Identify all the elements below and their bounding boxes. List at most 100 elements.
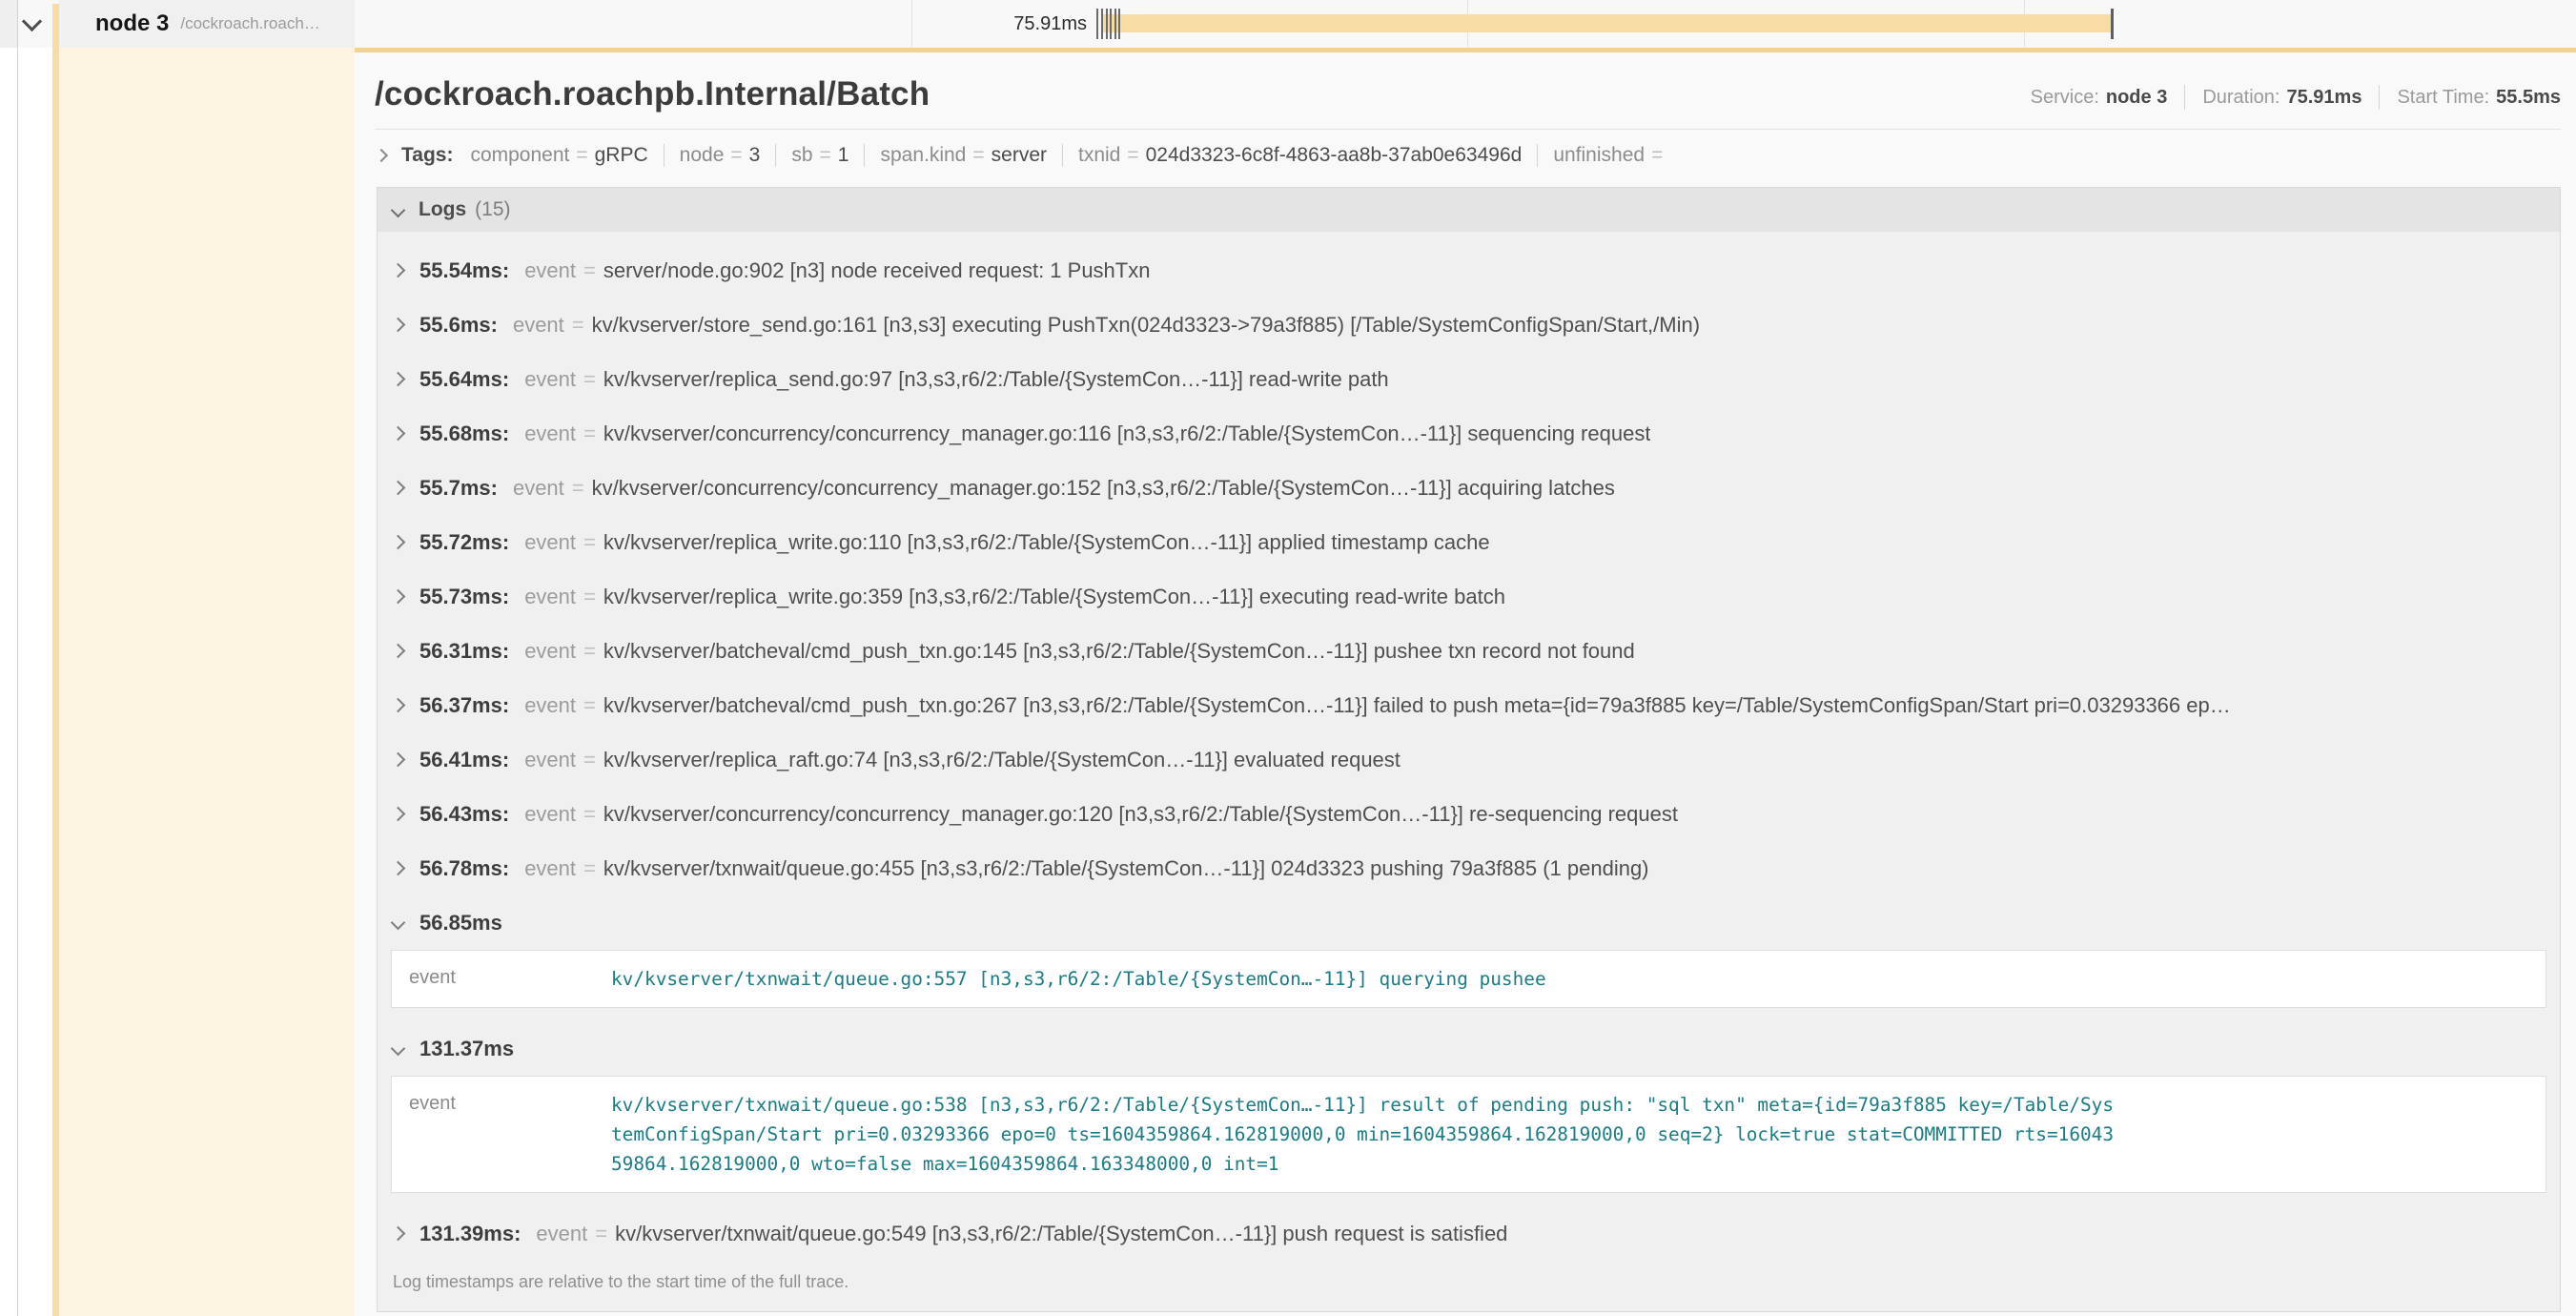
selected-row-highlight xyxy=(59,48,355,1316)
log-row[interactable]: 55.7ms: event = kv/kvserver/concurrency/… xyxy=(378,461,2560,515)
log-field-value: kv/kvserver/replica_write.go:359 [n3,s3,… xyxy=(603,583,1505,610)
log-row[interactable]: 56.78ms: event = kv/kvserver/txnwait/que… xyxy=(378,841,2560,895)
tag-key: span.kind xyxy=(880,144,966,167)
tags-accordion[interactable]: Tags: component=gRPC node=3 sb=1 span.ki… xyxy=(355,130,2576,180)
duration-value: 75.91ms xyxy=(2286,87,2361,109)
log-row[interactable]: 55.54ms: event = server/node.go:902 [n3]… xyxy=(378,243,2560,298)
log-field-key: event xyxy=(409,1090,611,1115)
log-row[interactable]: 55.64ms: event = kv/kvserver/replica_sen… xyxy=(378,352,2560,406)
log-timestamp: 56.31ms: xyxy=(419,637,509,665)
log-row[interactable]: 56.41ms: event = kv/kvserver/replica_raf… xyxy=(378,732,2560,787)
log-field-key: event xyxy=(524,854,576,882)
equals-sign: = xyxy=(583,420,596,447)
span-service-name: node 3 xyxy=(95,10,169,37)
log-row[interactable]: 56.43ms: event = kv/kvserver/concurrency… xyxy=(378,787,2560,841)
logs-title: Logs xyxy=(419,198,466,221)
chevron-right-icon xyxy=(391,372,406,387)
equals-sign: = xyxy=(583,365,596,393)
log-marker-tick xyxy=(1096,9,1098,39)
log-field-key: event xyxy=(513,311,564,339)
equals-sign: = xyxy=(1127,144,1138,167)
log-field-key: event xyxy=(524,583,576,610)
start-time-label: Start Time: xyxy=(2397,87,2489,109)
log-field-value: kv/kvserver/batcheval/cmd_push_txn.go:26… xyxy=(603,691,2231,719)
log-field-key: event xyxy=(513,474,564,502)
column-divider xyxy=(17,0,18,1316)
row-gutter xyxy=(0,0,17,48)
log-row[interactable]: 55.68ms: event = kv/kvserver/concurrency… xyxy=(378,406,2560,461)
chevron-right-icon xyxy=(391,1226,406,1242)
start-time-value: 55.5ms xyxy=(2496,87,2561,109)
log-field-key: event xyxy=(524,257,576,284)
tag-value: gRPC xyxy=(595,144,648,167)
log-field-value: kv/kvserver/replica_send.go:97 [n3,s3,r6… xyxy=(603,365,1389,393)
equals-sign: = xyxy=(572,311,584,339)
log-row-expanded-header[interactable]: 56.85ms xyxy=(378,895,2560,946)
tag-key: unfinished xyxy=(1553,144,1645,167)
equals-sign: = xyxy=(1651,144,1663,167)
service-label: Service: xyxy=(2031,87,2099,109)
equals-sign: = xyxy=(583,800,596,828)
log-timestamp: 56.85ms xyxy=(419,909,502,936)
log-row[interactable]: 56.37ms: event = kv/kvserver/batcheval/c… xyxy=(378,678,2560,732)
log-timestamp: 131.39ms: xyxy=(419,1220,521,1247)
tag-value: 1 xyxy=(838,144,849,167)
chevron-down-icon xyxy=(391,1041,406,1057)
log-field-value: kv/kvserver/concurrency/concurrency_mana… xyxy=(592,474,1615,502)
log-timestamp: 55.54ms: xyxy=(419,257,509,284)
log-field-key: event xyxy=(524,746,576,773)
chevron-right-icon xyxy=(391,644,406,659)
equals-sign: = xyxy=(583,528,596,556)
log-field-value: kv/kvserver/txnwait/queue.go:557 [n3,s3,… xyxy=(611,964,2117,994)
tag-key: component xyxy=(470,144,569,167)
logs-header[interactable]: Logs (15) xyxy=(378,188,2560,232)
equals-sign: = xyxy=(583,746,596,773)
log-detail-table: event kv/kvserver/txnwait/queue.go:538 [… xyxy=(391,1076,2546,1193)
chevron-down-icon[interactable] xyxy=(22,11,42,31)
log-field-key: event xyxy=(524,637,576,665)
log-field-key: event xyxy=(524,691,576,719)
log-row[interactable]: 55.73ms: event = kv/kvserver/replica_wri… xyxy=(378,569,2560,624)
equals-sign: = xyxy=(583,637,596,665)
log-row-expanded-header[interactable]: 131.37ms xyxy=(378,1021,2560,1072)
equals-sign: = xyxy=(820,144,831,167)
log-timestamp: 56.41ms: xyxy=(419,746,509,773)
log-timestamp: 55.72ms: xyxy=(419,528,509,556)
tag-key: node xyxy=(680,144,725,167)
service-value: node 3 xyxy=(2106,87,2167,109)
chevron-right-icon xyxy=(391,426,406,442)
log-timestamp: 131.37ms xyxy=(419,1035,514,1062)
tag-key: txnid xyxy=(1078,144,1120,167)
duration-label: Duration: xyxy=(2202,87,2280,109)
span-color-indicator xyxy=(52,4,59,1316)
span-meta: Service: node 3 Duration: 75.91ms Start … xyxy=(2031,85,2561,113)
log-timestamp: 56.43ms: xyxy=(419,800,509,828)
log-detail-table: event kv/kvserver/txnwait/queue.go:557 [… xyxy=(391,950,2546,1008)
log-timestamp: 55.7ms: xyxy=(419,474,498,502)
divider xyxy=(2184,85,2185,110)
log-timestamp: 55.64ms: xyxy=(419,365,509,393)
chevron-right-icon xyxy=(391,698,406,713)
equals-sign: = xyxy=(583,691,596,719)
divider xyxy=(775,144,776,167)
equals-sign: = xyxy=(595,1220,607,1247)
log-timestamp: 56.78ms: xyxy=(419,854,509,882)
equals-sign: = xyxy=(576,144,587,167)
log-row[interactable]: 55.6ms: event = kv/kvserver/store_send.g… xyxy=(378,298,2560,352)
tags-label: Tags: xyxy=(401,144,453,167)
log-marker-tick xyxy=(1110,9,1112,39)
divider xyxy=(864,144,865,167)
log-timestamp: 56.37ms: xyxy=(419,691,509,719)
log-row[interactable]: 55.72ms: event = kv/kvserver/replica_wri… xyxy=(378,515,2560,569)
log-row[interactable]: 131.39ms: event = kv/kvserver/txnwait/qu… xyxy=(378,1206,2560,1261)
log-field-value: kv/kvserver/batcheval/cmd_push_txn.go:14… xyxy=(603,637,1635,665)
span-duration-bar[interactable] xyxy=(1101,14,2114,32)
log-field-value: kv/kvserver/txnwait/queue.go:538 [n3,s3,… xyxy=(611,1090,2117,1179)
span-detail-panel: /cockroach.roachpb.Internal/Batch Servic… xyxy=(355,48,2576,1316)
logs-list: 55.54ms: event = server/node.go:902 [n3]… xyxy=(378,232,2560,1261)
equals-sign: = xyxy=(972,144,984,167)
log-row[interactable]: 56.31ms: event = kv/kvserver/batcheval/c… xyxy=(378,624,2560,678)
span-name-cell[interactable]: node 3 /cockroach.roach… xyxy=(59,0,355,48)
equals-sign: = xyxy=(583,583,596,610)
divider xyxy=(2379,85,2380,110)
